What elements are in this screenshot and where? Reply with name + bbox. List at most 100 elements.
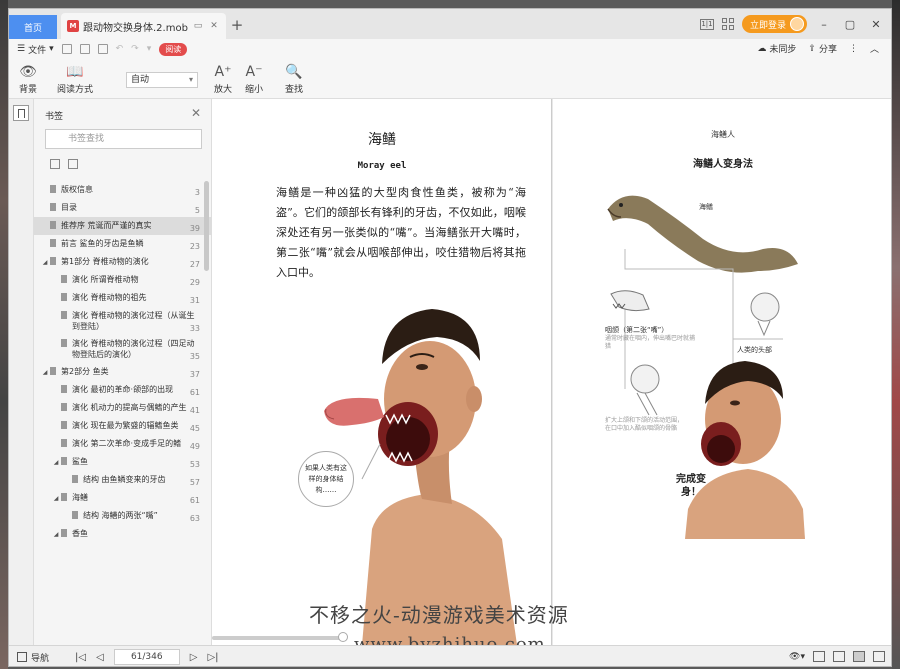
desktop-background-right xyxy=(892,0,900,669)
eel-man-illustration xyxy=(324,309,517,645)
book-view: 海鳝 Moray eel 海鳝是一种凶猛的大型肉食性鱼类，被称为“海盗”。它们的… xyxy=(212,99,891,645)
maximize-icon[interactable]: ▢ xyxy=(841,18,859,31)
eye-icon: 👁 xyxy=(19,64,37,80)
font-increase-icon: A⁺ xyxy=(214,64,232,80)
redo-icon[interactable]: ↷ xyxy=(131,44,139,54)
eel-transformation-diagram xyxy=(607,195,805,539)
single-page-view-icon[interactable] xyxy=(813,651,825,662)
toc-item[interactable]: 演化 脊椎动物的演化过程（四足动物登陆后的演化） 35 xyxy=(34,335,212,363)
dual-screen-icon[interactable]: 1|1 xyxy=(699,18,714,30)
continuous-view-icon[interactable] xyxy=(833,651,845,662)
toc-item[interactable]: ◢ 香鱼 xyxy=(34,525,212,543)
desktop-background-left xyxy=(0,0,8,669)
login-button-label: 立即登录 xyxy=(749,20,786,31)
share-button[interactable]: ⇪ 分享 xyxy=(808,42,837,56)
read-mode-button[interactable]: 📖 阅读方式 xyxy=(57,62,93,95)
toc-item[interactable]: 推荐序 荒诞而严谨的真实 39 xyxy=(34,217,212,235)
more-options-icon[interactable]: ⋮ xyxy=(849,44,858,54)
toc-item[interactable]: 演化 所谓脊椎动物 29 xyxy=(34,271,212,289)
login-button[interactable]: 立即登录 xyxy=(741,15,807,33)
toc-item-title: 演化 最初的革命·颌部的出现 xyxy=(72,385,174,394)
page-number-input[interactable]: 61/346 xyxy=(113,649,180,665)
bookmark-panel-icon[interactable] xyxy=(13,105,29,121)
zoom-select[interactable]: 自动 ▾ xyxy=(126,72,198,88)
bookmark-search-input[interactable]: 书签查找 xyxy=(45,129,202,149)
toc-item[interactable]: 版权信息 3 xyxy=(34,181,212,199)
print-icon[interactable] xyxy=(97,44,108,54)
tab-home[interactable]: 首页 xyxy=(9,15,57,39)
double-page-view-icon[interactable] xyxy=(853,651,865,662)
navigation-toggle[interactable]: 导航 xyxy=(17,651,49,664)
toc-item[interactable]: 前言 鲨鱼的牙齿是鱼鳞 23 xyxy=(34,235,212,253)
zoom-in-button[interactable]: A⁺ 放大 xyxy=(214,62,232,95)
collapse-caret-icon[interactable]: ◢ xyxy=(51,456,61,468)
sidebar-scrollbar[interactable] xyxy=(204,181,209,271)
tab-close-icon[interactable]: ✕ xyxy=(208,20,220,32)
collapse-caret-icon[interactable]: ◢ xyxy=(40,366,50,378)
bookmark-flag-icon xyxy=(61,439,67,447)
next-page-icon[interactable]: ▷ xyxy=(190,652,198,663)
bookmark-options-icon[interactable] xyxy=(68,159,78,169)
collapse-ribbon-icon[interactable]: ︿ xyxy=(870,42,879,55)
toc-item[interactable]: 演化 机动力的提高与偶鳍的产生 41 xyxy=(34,399,212,417)
save-icon[interactable] xyxy=(79,44,90,54)
reader-window: 首页 M 跟动物交换身体.2.mobi ▭ ✕ + 1|1 立即登录 – ▢ ✕… xyxy=(8,8,892,667)
toc-item[interactable]: ◢ 第2部分 鱼类 37 xyxy=(34,363,212,381)
toc-item-title: 第1部分 脊椎动物的演化 xyxy=(61,257,149,266)
sync-status[interactable]: ☁ 未同步 xyxy=(757,42,796,56)
page-progress-knob[interactable] xyxy=(338,632,348,642)
page-progress-track[interactable] xyxy=(212,636,342,640)
prev-page-icon[interactable]: ◁ xyxy=(96,652,104,663)
undo-icon[interactable]: ↶ xyxy=(116,44,124,54)
collapse-caret-icon[interactable]: ◢ xyxy=(51,492,61,504)
ribbon-toolbar: 👁 背景 📖 阅读方式 自动 ▾ A⁺ 放大 A⁻ 缩小 🔍 查找 xyxy=(9,59,891,99)
read-mode-badge[interactable]: 阅读 xyxy=(159,42,188,56)
toc-item-title: 演化 机动力的提高与偶鳍的产生 xyxy=(72,403,187,412)
apps-grid-icon[interactable] xyxy=(721,18,734,30)
find-button[interactable]: 🔍 查找 xyxy=(285,62,303,95)
toc-item[interactable]: 演化 第二次革命·变成手足的鳍 49 xyxy=(34,435,212,453)
add-bookmark-icon[interactable] xyxy=(50,159,60,169)
collapse-caret-icon[interactable]: ◢ xyxy=(51,528,61,540)
bookmark-flag-icon xyxy=(50,221,56,229)
file-menu[interactable]: ☰ 文件 ▾ xyxy=(17,43,54,56)
toc-item-page: 23 xyxy=(189,242,200,251)
background-button[interactable]: 👁 背景 xyxy=(19,62,37,95)
open-file-icon[interactable] xyxy=(61,44,72,54)
zoom-out-button[interactable]: A⁻ 缩小 xyxy=(245,62,263,95)
collapse-caret-icon[interactable]: ◢ xyxy=(40,256,50,268)
tab-monitor-icon[interactable]: ▭ xyxy=(192,20,204,32)
background-button-label: 背景 xyxy=(19,85,38,95)
toc-item[interactable]: 演化 现在最为繁盛的辐鳍鱼类 45 xyxy=(34,417,212,435)
last-page-icon[interactable]: ▷| xyxy=(207,652,218,663)
minimize-icon[interactable]: – xyxy=(815,18,833,31)
toc-item[interactable]: ◢ 鲨鱼 53 xyxy=(34,453,212,471)
toc-item-page: 61 xyxy=(189,388,200,397)
watermark-title: 不移之火-动漫游戏美术资源 xyxy=(309,603,569,627)
eye-protection-icon[interactable]: 👁▾ xyxy=(789,652,805,662)
toc-item[interactable]: 目录 5 xyxy=(34,199,212,217)
tab-document[interactable]: M 跟动物交换身体.2.mobi ▭ ✕ xyxy=(61,13,226,39)
toc-item[interactable]: 演化 最初的革命·颌部的出现 61 xyxy=(34,381,212,399)
toc-item[interactable]: ◢ 第1部分 脊椎动物的演化 27 xyxy=(34,253,212,271)
window-close-icon[interactable]: ✕ xyxy=(867,18,885,31)
toc-item[interactable]: 演化 脊椎动物的祖先 31 xyxy=(34,289,212,307)
toc-item[interactable]: ◢ 海鳝 61 xyxy=(34,489,212,507)
bookmark-flag-icon xyxy=(50,239,56,247)
tab-document-title: 跟动物交换身体.2.mobi xyxy=(83,22,188,34)
toc-item[interactable]: 结构 由鱼鳞变来的牙齿 57 xyxy=(34,471,212,489)
cloud-icon: ☁ xyxy=(757,43,767,54)
toc-item[interactable]: 演化 脊椎动物的演化过程（从诞生到登陆） 33 xyxy=(34,307,212,335)
toc-item[interactable]: 结构 海鳝的两张“嘴” 63 xyxy=(34,507,212,525)
new-tab-button[interactable]: + xyxy=(229,16,245,34)
first-page-icon[interactable]: |◁ xyxy=(75,652,86,663)
bookmark-flag-icon xyxy=(61,385,67,393)
sidebar-close-icon[interactable]: ✕ xyxy=(191,106,201,120)
nav-panel-icon xyxy=(17,652,27,662)
fit-view-icon[interactable] xyxy=(873,651,885,662)
more-dropdown-icon[interactable]: ▾ xyxy=(147,44,152,54)
